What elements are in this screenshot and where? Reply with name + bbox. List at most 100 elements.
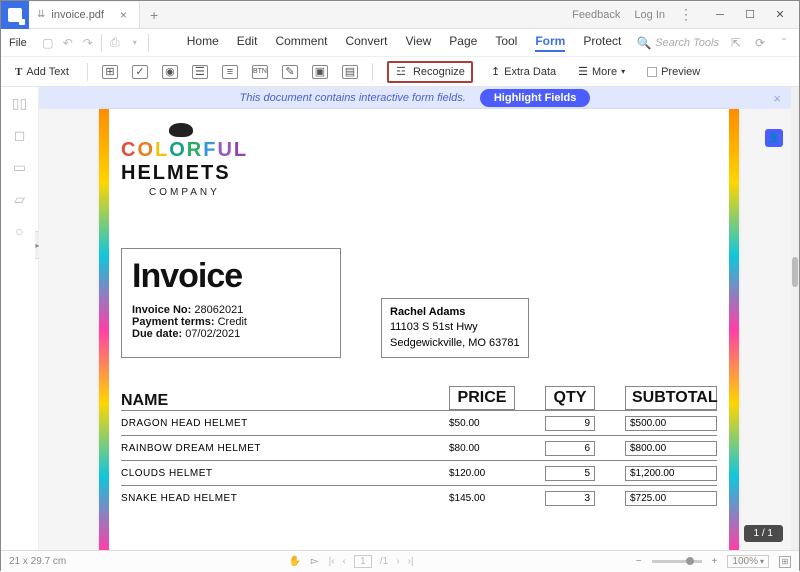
item-price: $80.00 [449, 443, 515, 454]
add-text-label: Add Text [26, 66, 69, 78]
next-page-icon[interactable]: › [396, 556, 399, 567]
scrollbar-thumb[interactable] [792, 257, 798, 287]
image-field-icon[interactable]: ▣ [312, 65, 328, 79]
form-ribbon: T Add Text ⊞ ✓ ◉ ☰ ≡ BTN ✎ ▣ ▤ ☲ Recogni… [1, 57, 799, 87]
first-page-icon[interactable]: |‹ [329, 556, 335, 567]
table-row: SNAKE HEAD HELMET $145.00 3 $725.00 [121, 485, 717, 510]
item-subtotal-field[interactable]: $800.00 [625, 441, 717, 456]
item-price: $50.00 [449, 418, 515, 429]
invoice-no-value: 28062021 [194, 304, 243, 316]
add-text-button[interactable]: T Add Text [11, 64, 73, 80]
page-input[interactable]: 1 [354, 555, 372, 568]
collapse-ribbon-icon[interactable]: ˆ [777, 36, 791, 50]
login-link[interactable]: Log In [634, 9, 665, 21]
info-close-icon[interactable]: × [773, 91, 781, 106]
quick-access-toolbar: ▢ ↶ ↷ ⎙ ▾ [41, 34, 149, 52]
tab-comment[interactable]: Comment [275, 34, 327, 52]
tab-form[interactable]: Form [535, 34, 565, 52]
extra-data-label: Extra Data [504, 66, 556, 78]
fit-page-icon[interactable]: ⊞ [779, 556, 791, 568]
item-price: $145.00 [449, 493, 515, 504]
preview-toggle[interactable]: Preview [643, 64, 704, 80]
combo-field-icon[interactable]: ☰ [192, 65, 208, 79]
item-qty-field[interactable]: 3 [545, 491, 595, 506]
fields-panel-icon[interactable]: ▱ [12, 191, 28, 207]
search-panel-icon[interactable]: ○ [12, 223, 28, 239]
maximize-button[interactable]: ☐ [737, 4, 763, 26]
item-subtotal-field[interactable]: $1,200.00 [625, 466, 717, 481]
item-qty-field[interactable]: 5 [545, 466, 595, 481]
search-placeholder: Search Tools [655, 37, 719, 49]
more-button[interactable]: ☰ More ▾ [574, 63, 629, 80]
last-page-icon[interactable]: ›| [408, 556, 414, 567]
col-price: PRICE [449, 386, 515, 410]
item-name: DRAGON HEAD HELMET [121, 418, 449, 429]
workspace: ▯▯ ◻ ▭ ▱ ○ ▸ This document contains inte… [1, 87, 799, 550]
save-icon[interactable]: ▢ [41, 36, 55, 50]
tab-protect[interactable]: Protect [583, 34, 621, 52]
document-tab[interactable]: ⇊ invoice.pdf × [29, 2, 140, 28]
due-date-label: Due date: [132, 328, 182, 340]
button-field-icon[interactable]: BTN [252, 65, 268, 79]
payment-terms-label: Payment terms: [132, 316, 215, 328]
minimize-button[interactable]: ─ [707, 4, 733, 26]
prev-page-icon[interactable]: ‹ [343, 556, 346, 567]
extra-data-button[interactable]: ↥ Extra Data [487, 63, 560, 80]
item-subtotal-field[interactable]: $500.00 [625, 416, 717, 431]
tab-view[interactable]: View [405, 34, 431, 52]
item-qty-field[interactable]: 6 [545, 441, 595, 456]
checkbox-field-icon[interactable]: ✓ [132, 65, 148, 79]
close-window-button[interactable]: ✕ [767, 4, 793, 26]
list-field-icon[interactable]: ≡ [222, 65, 238, 79]
share-icon[interactable]: ⇱ [729, 36, 743, 50]
feedback-link[interactable]: Feedback [572, 9, 620, 21]
radio-field-icon[interactable]: ◉ [162, 65, 178, 79]
file-menu[interactable]: File [9, 37, 27, 49]
tab-page[interactable]: Page [449, 34, 477, 52]
table-row: CLOUDS HELMET $120.00 5 $1,200.00 [121, 460, 717, 485]
thumbnails-icon[interactable]: ▯▯ [12, 95, 28, 111]
zoom-in-icon[interactable]: + [712, 556, 718, 567]
left-sidebar: ▯▯ ◻ ▭ ▱ ○ [1, 87, 39, 550]
tab-convert[interactable]: Convert [345, 34, 387, 52]
text-field-icon[interactable]: ⊞ [102, 65, 118, 79]
close-tab-icon[interactable]: × [120, 8, 127, 22]
attachments-icon[interactable]: ▭ [12, 159, 28, 175]
signature-field-icon[interactable]: ✎ [282, 65, 298, 79]
tab-home[interactable]: Home [187, 34, 219, 52]
zoom-select[interactable]: 100% ▾ [727, 555, 769, 568]
highlight-fields-button[interactable]: Highlight Fields [480, 89, 591, 107]
invoice-meta-box: Invoice Invoice No: 28062021 Payment ter… [121, 248, 341, 358]
search-icon: 🔍 [637, 36, 651, 50]
search-tools[interactable]: 🔍 Search Tools [637, 36, 719, 50]
zoom-slider[interactable] [652, 560, 702, 563]
customer-addr1: 11103 S 51st Hwy [390, 320, 520, 335]
recognize-label: Recognize [413, 66, 465, 78]
cloud-icon[interactable]: ⟳ [753, 36, 767, 50]
tab-tool[interactable]: Tool [495, 34, 517, 52]
divider [372, 63, 373, 81]
bookmarks-icon[interactable]: ◻ [12, 127, 28, 143]
kebab-menu-icon[interactable]: ⋮ [679, 6, 693, 23]
hand-tool-icon[interactable]: ✋ [288, 556, 300, 567]
form-info-bar: This document contains interactive form … [39, 87, 791, 109]
brand-line1: COLORFUL [121, 139, 248, 162]
new-tab-button[interactable]: + [150, 7, 158, 23]
zoom-out-icon[interactable]: − [636, 556, 642, 567]
vertical-scrollbar[interactable] [791, 87, 799, 550]
undo-icon[interactable]: ↶ [61, 36, 75, 50]
select-tool-icon[interactable]: ▻ [311, 556, 319, 567]
user-badge-icon[interactable]: 👤 [765, 129, 783, 147]
dropdown-caret-icon[interactable]: ▾ [128, 36, 142, 50]
print-icon[interactable]: ⎙ [108, 36, 122, 50]
table-row: RAINBOW DREAM HELMET $80.00 6 $800.00 [121, 435, 717, 460]
tab-edit[interactable]: Edit [237, 34, 258, 52]
redo-icon[interactable]: ↷ [81, 36, 95, 50]
item-subtotal-field[interactable]: $725.00 [625, 491, 717, 506]
due-date-value: 07/02/2021 [185, 328, 240, 340]
recognize-button[interactable]: ☲ Recognize [387, 61, 473, 83]
invoice-title: Invoice [132, 257, 330, 296]
decorative-strip-left [99, 109, 109, 550]
date-field-icon[interactable]: ▤ [342, 65, 358, 79]
item-qty-field[interactable]: 9 [545, 416, 595, 431]
